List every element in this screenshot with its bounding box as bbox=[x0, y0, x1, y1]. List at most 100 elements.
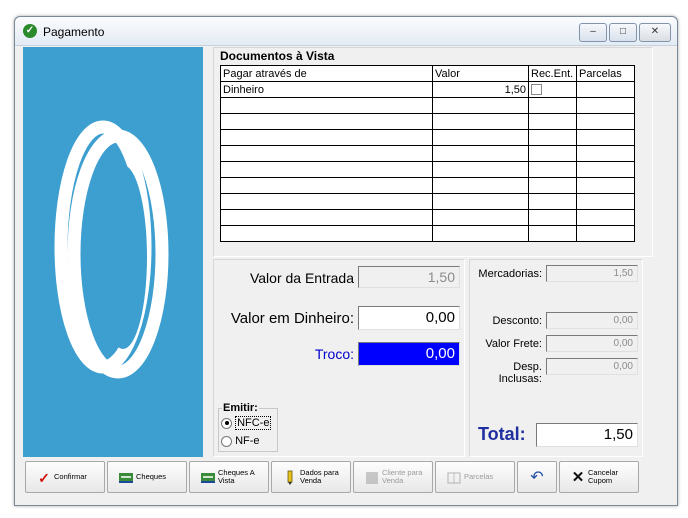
cell-rec-ent[interactable] bbox=[528, 81, 577, 98]
total-field: 1,50 bbox=[536, 423, 638, 447]
empty-cell[interactable] bbox=[432, 177, 529, 194]
empty-cell[interactable] bbox=[528, 145, 577, 162]
mercadorias-field[interactable]: 1,50 bbox=[546, 265, 638, 282]
valor-dinheiro-label: Valor em Dinheiro: bbox=[230, 310, 354, 327]
cell-parcelas[interactable] bbox=[576, 81, 635, 98]
cheques-button[interactable]: Cheques bbox=[107, 461, 187, 493]
mercadorias-label: Mercadorias: bbox=[478, 268, 542, 280]
empty-cell[interactable] bbox=[220, 97, 433, 114]
frete-label: Valor Frete: bbox=[485, 338, 542, 350]
empty-cell[interactable] bbox=[220, 193, 433, 210]
undo-button[interactable]: ↶ bbox=[517, 461, 557, 493]
table-row-empty[interactable] bbox=[220, 177, 635, 194]
rec-ent-checkbox[interactable] bbox=[531, 84, 542, 96]
cancelar-cupom-button[interactable]: ✕ Cancelar Cupom bbox=[559, 461, 639, 493]
radio-nfe[interactable]: NF-e bbox=[221, 435, 260, 447]
documents-table[interactable]: Pagar através de Valor Rec.Ent. Parcelas… bbox=[220, 65, 635, 242]
empty-cell[interactable] bbox=[432, 225, 529, 242]
payment-window: ✓ Pagamento – □ ✕ Documentos à Vista Pag… bbox=[14, 16, 678, 506]
empty-cell[interactable] bbox=[576, 161, 635, 178]
dados-venda-button[interactable]: Dados para Venda bbox=[271, 461, 351, 493]
radio-nfce-label[interactable]: NFC-e bbox=[235, 416, 272, 430]
title-bar: ✓ Pagamento – □ ✕ bbox=[15, 17, 677, 46]
radio-nfce-button[interactable] bbox=[221, 417, 232, 429]
minimize-button[interactable]: – bbox=[579, 23, 607, 42]
total-label: Total: bbox=[478, 424, 526, 444]
client-icon bbox=[364, 470, 380, 486]
cheques-vista-button[interactable]: Cheques A Vista bbox=[189, 461, 269, 493]
radio-nfe-label[interactable]: NF-e bbox=[235, 435, 259, 447]
maximize-button[interactable]: □ bbox=[609, 23, 637, 42]
empty-cell[interactable] bbox=[432, 97, 529, 114]
table-row-empty[interactable] bbox=[220, 97, 635, 114]
empty-cell[interactable] bbox=[528, 209, 577, 226]
col-header-rec-ent[interactable]: Rec.Ent. bbox=[528, 65, 577, 82]
empty-cell[interactable] bbox=[528, 129, 577, 146]
table-row-empty[interactable] bbox=[220, 193, 635, 210]
empty-cell[interactable] bbox=[528, 97, 577, 114]
cheque-icon bbox=[118, 470, 134, 486]
empty-cell[interactable] bbox=[220, 145, 433, 162]
table-row-empty[interactable] bbox=[220, 161, 635, 178]
empty-cell[interactable] bbox=[220, 161, 433, 178]
col-header-parcelas[interactable]: Parcelas bbox=[576, 65, 635, 82]
valor-entrada-field[interactable]: 1,50 bbox=[358, 266, 460, 288]
empty-cell[interactable] bbox=[576, 97, 635, 114]
cheque-vista-icon bbox=[200, 470, 216, 486]
table-row-empty[interactable] bbox=[220, 129, 635, 146]
valor-dinheiro-field[interactable]: 0,00 bbox=[358, 306, 460, 330]
close-button[interactable]: ✕ bbox=[639, 23, 671, 42]
empty-cell[interactable] bbox=[576, 129, 635, 146]
cheques-label: Cheques bbox=[136, 472, 167, 481]
empty-cell[interactable] bbox=[528, 113, 577, 130]
summary-panel: Mercadorias: 1,50 Desconto: 0,00 Valor F… bbox=[469, 259, 643, 457]
frete-field[interactable]: 0,00 bbox=[546, 335, 638, 352]
empty-cell[interactable] bbox=[528, 193, 577, 210]
empty-cell[interactable] bbox=[432, 193, 529, 210]
cliente-venda-button[interactable]: Cliente para Venda bbox=[353, 461, 433, 493]
empty-cell[interactable] bbox=[576, 209, 635, 226]
confirmar-label: Confirmar bbox=[54, 472, 87, 481]
documents-panel: Documentos à Vista Pagar através de Valo… bbox=[213, 47, 653, 257]
valor-entrada-label: Valor da Entrada bbox=[249, 270, 354, 286]
cell-method[interactable]: Dinheiro bbox=[220, 81, 433, 98]
empty-cell[interactable] bbox=[432, 161, 529, 178]
documents-title: Documentos à Vista bbox=[220, 49, 335, 63]
empty-cell[interactable] bbox=[432, 129, 529, 146]
parcelas-label: Parcelas bbox=[464, 472, 494, 481]
empty-cell[interactable] bbox=[220, 129, 433, 146]
empty-cell[interactable] bbox=[528, 161, 577, 178]
empty-cell[interactable] bbox=[576, 145, 635, 162]
desconto-label: Desconto: bbox=[492, 315, 542, 327]
empty-cell[interactable] bbox=[220, 177, 433, 194]
empty-cell[interactable] bbox=[528, 177, 577, 194]
table-row[interactable]: Dinheiro 1,50 bbox=[220, 81, 635, 98]
empty-cell[interactable] bbox=[432, 113, 529, 130]
empty-cell[interactable] bbox=[576, 193, 635, 210]
radio-nfe-button[interactable] bbox=[221, 435, 232, 447]
empty-cell[interactable] bbox=[220, 225, 433, 242]
table-row-empty[interactable] bbox=[220, 113, 635, 130]
empty-cell[interactable] bbox=[576, 177, 635, 194]
empty-cell[interactable] bbox=[528, 225, 577, 242]
table-row-empty[interactable] bbox=[220, 225, 635, 242]
empty-cell[interactable] bbox=[432, 209, 529, 226]
col-header-pagar[interactable]: Pagar através de bbox=[220, 65, 433, 82]
parcelas-button[interactable]: Parcelas bbox=[435, 461, 515, 493]
pencil-icon bbox=[282, 470, 298, 486]
table-row-empty[interactable] bbox=[220, 145, 635, 162]
undo-icon: ↶ bbox=[530, 469, 544, 486]
empty-cell[interactable] bbox=[220, 209, 433, 226]
col-header-valor[interactable]: Valor bbox=[432, 65, 529, 82]
radio-nfce[interactable]: NFC-e bbox=[221, 416, 272, 430]
empty-cell[interactable] bbox=[432, 145, 529, 162]
cancel-x-icon: ✕ bbox=[571, 469, 585, 486]
empty-cell[interactable] bbox=[576, 225, 635, 242]
empty-cell[interactable] bbox=[220, 113, 433, 130]
desconto-field[interactable]: 0,00 bbox=[546, 312, 638, 329]
empty-cell[interactable] bbox=[576, 113, 635, 130]
cell-value[interactable]: 1,50 bbox=[432, 81, 529, 98]
desp-inclusas-field[interactable]: 0,00 bbox=[546, 358, 638, 375]
table-row-empty[interactable] bbox=[220, 209, 635, 226]
confirmar-button[interactable]: ✓ Confirmar bbox=[25, 461, 105, 493]
